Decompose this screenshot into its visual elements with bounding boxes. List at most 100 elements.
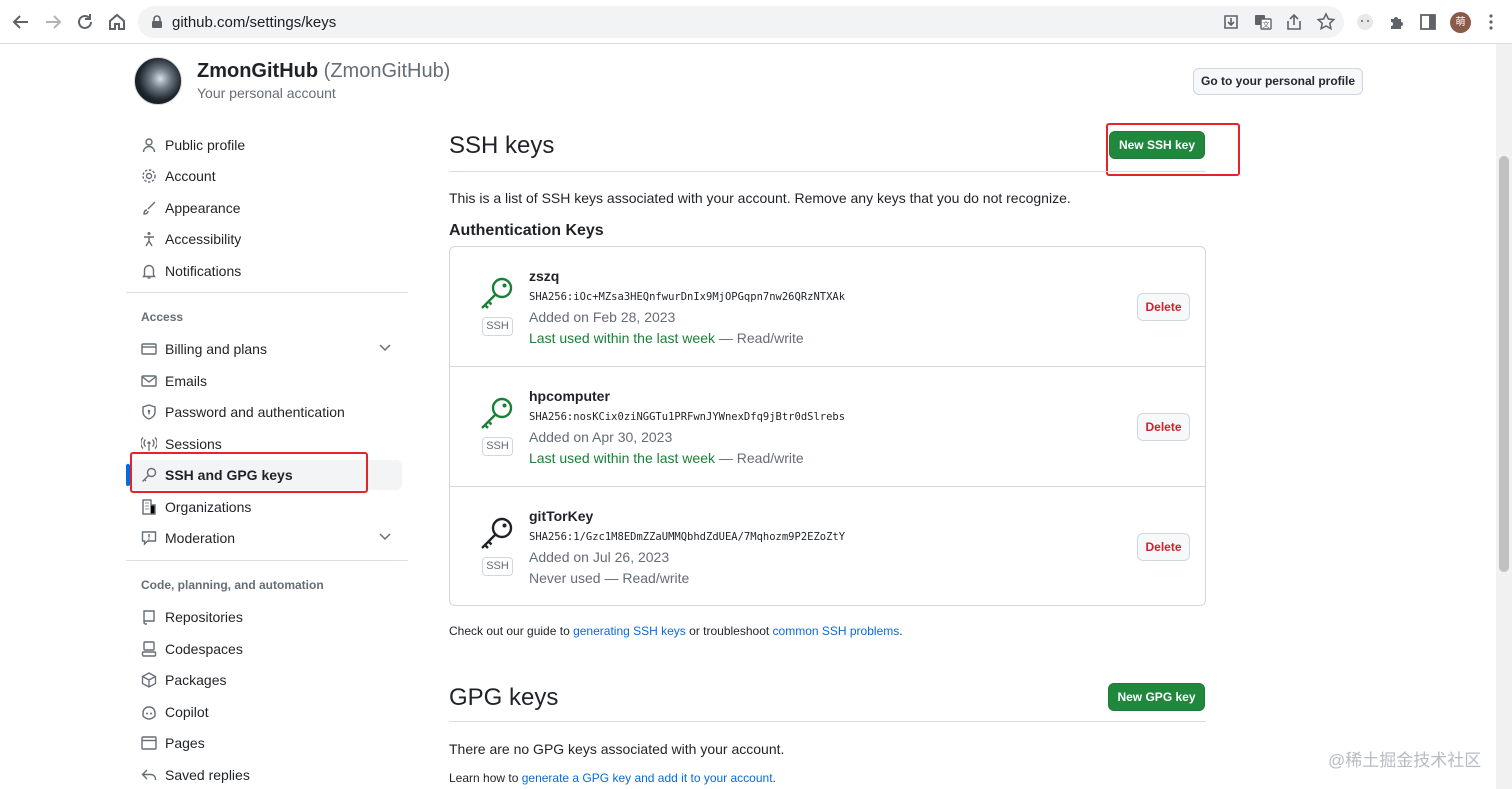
avatar[interactable] [134,57,182,105]
sidebar-item-packages[interactable]: Packages [126,665,402,695]
sidebar-item-label: Organizations [165,499,252,515]
scrollbar-thumb[interactable] [1499,156,1509,572]
account-name: ZmonGitHub (ZmonGitHub) [197,60,450,83]
forward-arrow-icon[interactable] [42,11,64,33]
accessibility-icon [144,232,154,247]
sidebar-item-label: Billing and plans [165,341,267,357]
sidebar-heading-code: Code, planning, and automation [141,578,324,592]
sidebar-item-label: Pages [165,735,205,751]
ssh-badge: SSH [482,317,513,336]
display-name: ZmonGitHub [197,60,319,82]
account-subtitle: Your personal account [197,85,336,101]
sidebar-divider [126,560,408,561]
key-fingerprint: SHA256:iOc+MZsa3HEQnfwurDnIx9MjOPGqpn7nw… [529,291,846,303]
extensions-puzzle-icon[interactable] [1387,12,1407,32]
key-added-date: Added on Apr 30, 2023 [529,429,673,445]
svg-text:文: 文 [1263,20,1270,29]
key-last-used: Never used [529,570,601,586]
browser-toolbar: github.com/settings/keys 文 萌 [0,0,1512,44]
section-divider [449,171,1206,172]
sidebar-item-moderation[interactable]: Moderation [126,523,402,553]
side-panel-icon[interactable] [1418,12,1438,32]
learn-suffix: . [772,771,776,785]
sidebar-item-accessibility[interactable]: Accessibility [126,224,402,254]
chevron-down-icon[interactable] [379,533,391,541]
ssh-keys-list: SSH zszq SHA256:iOc+MZsa3HEQnfwurDnIx9Mj… [449,246,1206,606]
browser-icon [141,736,157,750]
sidebar-item-appearance[interactable]: Appearance [126,193,402,223]
sidebar-item-emails[interactable]: Emails [126,366,402,396]
auth-keys-heading: Authentication Keys [449,222,604,239]
sidebar-item-repositories[interactable]: Repositories [126,602,402,632]
key-last-used: Last used within the last week [529,330,715,346]
lock-icon [152,15,162,28]
key-icon [481,397,513,429]
sidebar-item-pages[interactable]: Pages [126,728,402,758]
ssh-badge: SSH [482,557,513,576]
install-icon[interactable] [1221,12,1241,32]
list-item: SSH hpcomputer SHA256:nosKCix0ziNGGTu1PR… [450,366,1205,486]
ssh-guide-text: Check out our guide to generating SSH ke… [449,624,903,638]
generating-ssh-keys-link[interactable]: generating SSH keys [573,624,686,638]
section-divider [449,721,1206,722]
copilot-icon [142,706,156,720]
key-added-date: Added on Feb 28, 2023 [529,309,676,325]
key-icon [481,517,513,549]
gpg-learn-text: Learn how to generate a GPG key and add … [449,771,776,785]
url-text: github.com/settings/keys [172,14,337,31]
paintbrush-icon [143,201,156,215]
annotation-highlight-sidebar [130,452,368,493]
generate-gpg-key-link[interactable]: generate a GPG key and add it to your ac… [522,771,773,785]
bell-icon [142,264,156,279]
chevron-down-icon[interactable] [379,344,391,352]
sidebar-item-notifications[interactable]: Notifications [126,256,402,286]
list-item: SSH gitTorKey SHA256:1/Gzc1M8EDmZZaUMMQb… [450,486,1205,606]
more-vert-icon[interactable] [1481,12,1501,32]
gpg-keys-title: GPG keys [449,684,559,711]
sidebar-item-saved-replies[interactable]: Saved replies [126,760,402,789]
key-icon [481,277,513,309]
extension-face-icon[interactable] [1355,12,1375,32]
go-to-profile-button[interactable]: Go to your personal profile [1193,68,1363,95]
delete-key-button[interactable]: Delete [1137,413,1190,441]
common-ssh-problems-link[interactable]: common SSH problems [773,624,900,638]
key-title: hpcomputer [529,388,610,404]
delete-key-button[interactable]: Delete [1137,293,1190,321]
guide-suffix: . [899,624,903,638]
new-ssh-key-button[interactable]: New SSH key [1109,131,1205,159]
reload-icon[interactable] [74,11,96,33]
watermark-text: @稀土掘金技术社区 [1328,751,1482,770]
sidebar-item-label: Account [165,168,216,184]
sidebar-item-organizations[interactable]: Organizations [126,492,402,522]
sidebar-item-copilot[interactable]: Copilot [126,697,402,727]
ssh-keys-title: SSH keys [449,132,555,159]
delete-key-button[interactable]: Delete [1137,533,1190,561]
sidebar-heading-access: Access [141,310,184,324]
key-last-used: Last used within the last week [529,450,715,466]
browser-profile-avatar[interactable]: 萌 [1450,12,1471,33]
share-icon[interactable] [1284,12,1304,32]
home-icon[interactable] [106,11,128,33]
sidebar-item-password-auth[interactable]: Password and authentication [126,397,402,427]
new-gpg-key-button[interactable]: New GPG key [1108,683,1205,711]
sidebar-item-public-profile[interactable]: Public profile [126,130,402,160]
package-icon [141,672,157,688]
key-usage: Last used within the last week — Read/wr… [529,330,804,346]
sidebar-item-billing[interactable]: Billing and plans [126,334,402,364]
bookmark-star-icon[interactable] [1316,12,1336,32]
translate-icon[interactable]: 文 [1253,12,1273,32]
repo-icon [143,610,155,625]
sidebar-item-label: Packages [165,672,227,688]
list-item: SSH zszq SHA256:iOc+MZsa3HEQnfwurDnIx9Mj… [450,247,1205,367]
sidebar-item-account[interactable]: Account [126,161,402,191]
sidebar-item-label: Emails [165,373,208,389]
sidebar-item-label: Accessibility [165,231,242,247]
sidebar-item-codespaces[interactable]: Codespaces [126,634,402,664]
reply-icon [141,769,157,780]
report-icon [141,531,157,546]
login-name: (ZmonGitHub) [323,60,451,82]
key-usage: Last used within the last week — Read/wr… [529,450,804,466]
page-scrollbar[interactable] [1496,44,1512,789]
address-bar[interactable]: github.com/settings/keys [138,6,1344,38]
back-arrow-icon[interactable] [10,11,32,33]
